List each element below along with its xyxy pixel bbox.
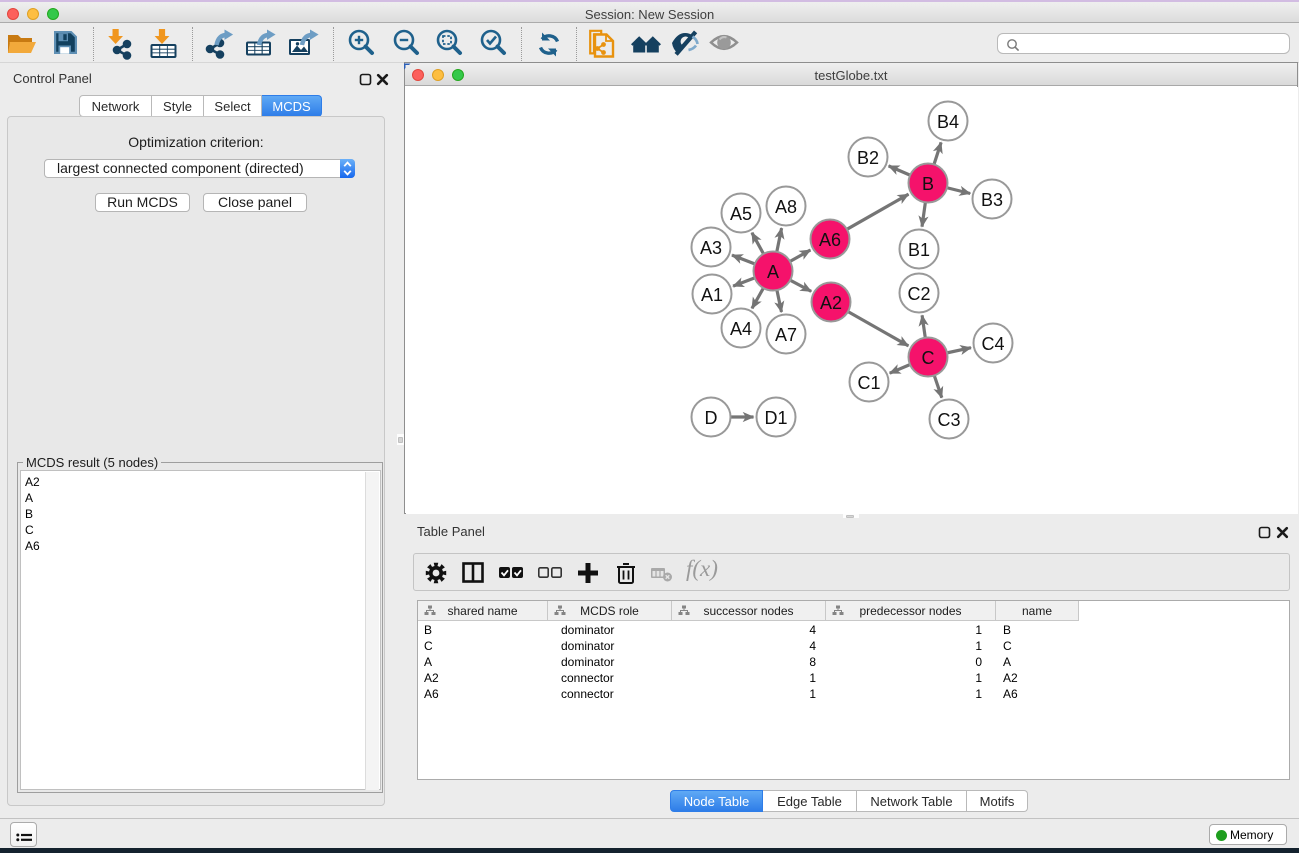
svg-text:A4: A4 xyxy=(730,319,752,339)
svg-text:B4: B4 xyxy=(937,112,959,132)
svg-text:A5: A5 xyxy=(730,204,752,224)
svg-text:A3: A3 xyxy=(700,238,722,258)
svg-text:B3: B3 xyxy=(981,190,1003,210)
svg-text:A1: A1 xyxy=(701,285,723,305)
svg-text:C3: C3 xyxy=(937,410,960,430)
svg-text:C2: C2 xyxy=(907,284,930,304)
svg-text:A7: A7 xyxy=(775,325,797,345)
svg-text:C: C xyxy=(922,348,935,368)
svg-text:C1: C1 xyxy=(857,373,880,393)
svg-text:A: A xyxy=(767,262,779,282)
svg-text:D1: D1 xyxy=(764,408,787,428)
svg-text:A8: A8 xyxy=(775,197,797,217)
svg-text:A6: A6 xyxy=(819,230,841,250)
svg-text:B: B xyxy=(922,174,934,194)
svg-text:D: D xyxy=(705,408,718,428)
svg-text:A2: A2 xyxy=(820,293,842,313)
svg-text:B1: B1 xyxy=(908,240,930,260)
svg-text:C4: C4 xyxy=(981,334,1004,354)
svg-text:B2: B2 xyxy=(857,148,879,168)
